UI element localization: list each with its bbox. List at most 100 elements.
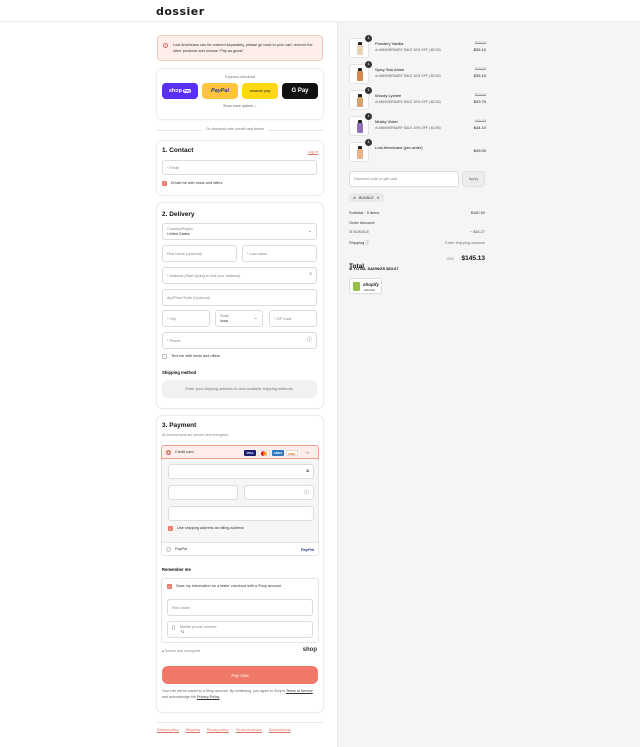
lock-icon: 🔒︎	[162, 649, 164, 653]
footer-link-terms[interactable]: Terms of service	[236, 728, 262, 732]
bottle-shape	[357, 149, 363, 159]
address-field[interactable]: * Address (Start typing to find your add…	[162, 267, 317, 284]
footer-link-refund[interactable]: Refund policy	[157, 728, 179, 732]
login-link[interactable]: Log in	[308, 150, 318, 154]
express-title: Express checkout	[225, 75, 255, 79]
product-price: $35.10	[473, 73, 486, 78]
mastercard-icon	[258, 450, 270, 456]
original-price: $33.00	[475, 93, 486, 97]
bottle-shape	[357, 45, 363, 55]
footer-link-privacy[interactable]: Privacy policy	[207, 728, 229, 732]
bottle-shape	[357, 71, 363, 81]
help-icon[interactable]: ⓘ	[307, 336, 312, 343]
product-row: 1 Powdery Vanilla ⊘ ANNIVERSARY SALE 10% O…	[349, 35, 486, 58]
card-number-field[interactable]: 🔒︎	[168, 464, 314, 479]
mobile-phone-field[interactable]: ▯ Mobile phone number +1	[167, 621, 313, 638]
quantity-badge: 1	[365, 113, 372, 120]
chevron-down-icon: ⌄	[253, 315, 258, 321]
footer-links: Refund policy Shipping Privacy policy Te…	[157, 728, 323, 732]
apply-discount-button[interactable]: Apply	[462, 171, 485, 187]
product-discount: ⊘ ANNIVERSARY SALE 10% OFF (-$2.90)	[375, 48, 441, 52]
brand-logo[interactable]: dossier	[156, 5, 205, 18]
discover-icon: DISC	[286, 450, 298, 456]
express-checkout: Express checkout shop Pay PayPal amazon p…	[157, 69, 323, 119]
chevron-down-icon: ⌄	[307, 228, 312, 234]
product-price: $49.00	[473, 148, 486, 153]
amex-icon: AMEX	[272, 450, 284, 456]
paypal-option[interactable]: PayPal PayPal	[161, 542, 319, 556]
order-discount-row: Order discount	[349, 220, 375, 225]
legal-text: Your info will be saved to a Shop accoun…	[162, 689, 313, 699]
last-name-field[interactable]: * Last name	[242, 245, 317, 262]
delivery-section: 2. Delivery Country/Region United States …	[157, 203, 323, 408]
shipping-value: Enter shipping address	[445, 240, 485, 245]
remember-first-name-field[interactable]: First name	[167, 599, 313, 616]
tag-icon: ⊘	[349, 266, 353, 271]
bundle-discount-row: ⊘ BUNDLE − $48.27	[349, 229, 485, 234]
payment-section: 3. Payment All transactions are secure a…	[157, 416, 323, 712]
tag-icon: ⊘	[349, 229, 353, 234]
zip-field[interactable]: * ZIP code	[269, 310, 317, 327]
country-select[interactable]: Country/Region United States ⌄	[162, 223, 317, 240]
email-news-checkbox[interactable]: ✓	[162, 181, 167, 186]
tag-icon: ⊘	[353, 195, 357, 200]
terms-link[interactable]: Terms of Service	[286, 689, 313, 693]
footer-link-subscriptions[interactable]: Subscriptions	[269, 728, 291, 732]
contact-title: 1. Contact	[162, 147, 194, 154]
phone-field[interactable]: * Phone ⓘ	[162, 332, 317, 349]
quantity-badge: 1	[365, 35, 372, 42]
shipping-row: Shipping ⓘ Enter shipping address	[349, 240, 485, 245]
warning-icon: !	[163, 43, 168, 48]
help-icon[interactable]: ⓘ	[365, 240, 369, 245]
expiry-field[interactable]	[168, 485, 238, 500]
search-icon: ⌕	[309, 271, 312, 277]
quantity-badge: 1	[365, 87, 372, 94]
city-field[interactable]: * City	[162, 310, 210, 327]
credit-card-option[interactable]: Credit card VISA AMEX DISC +5	[161, 445, 319, 459]
amazon-pay-button[interactable]: amazon pay	[242, 83, 278, 99]
privacy-link[interactable]: Privacy Policy	[197, 695, 219, 699]
shipping-method-title: Shipping method	[162, 370, 197, 375]
email-news-label: Email me with news and offers	[171, 181, 223, 185]
security-code-field[interactable]: ⓘ	[244, 485, 314, 500]
original-price: $49.00	[475, 119, 486, 123]
total-savings: ⊘ TOTAL SAVINGS $63.67	[349, 266, 399, 271]
shopify-bag-icon	[353, 282, 360, 291]
more-cards-badge: +5	[305, 451, 310, 455]
currency-code: USD	[446, 257, 454, 261]
total-value: $145.13	[461, 255, 486, 262]
save-info-label: Save my information for a faster checkou…	[176, 584, 282, 588]
original-price: $29.00	[475, 41, 486, 45]
apt-field[interactable]: Apt/Floor/Suite (Optional)	[162, 289, 317, 306]
text-news-checkbox[interactable]	[162, 354, 167, 359]
state-select[interactable]: State Iowa ⌄	[215, 310, 263, 327]
product-price: $44.10	[473, 125, 486, 130]
bundle-discount-value: − $48.27	[469, 229, 485, 234]
shop-pay-button[interactable]: shop Pay	[162, 83, 198, 99]
help-icon[interactable]: ⓘ	[304, 489, 309, 496]
credit-card-radio[interactable]	[166, 450, 171, 455]
pay-now-button[interactable]: Pay now	[162, 666, 318, 684]
email-field[interactable]: * Email	[162, 160, 317, 175]
footer-link-shipping[interactable]: Shipping	[186, 728, 200, 732]
product-name: Musky Violet	[375, 119, 398, 124]
product-price: $29.70	[473, 99, 486, 104]
payment-subtitle: All transactions are secure and encrypte…	[162, 433, 230, 437]
first-name-field[interactable]: First name (optional)	[162, 245, 237, 262]
paypal-radio[interactable]	[166, 547, 171, 552]
show-more-options[interactable]: Show more options ⌄	[157, 104, 323, 108]
paypal-button[interactable]: PayPal	[202, 83, 238, 99]
credit-card-label: Credit card	[175, 450, 194, 454]
discount-code-field[interactable]: Discount code or gift card	[349, 171, 459, 187]
phone-icon: ▯	[172, 625, 175, 631]
shipping-method-note: Enter your shipping address to view avai…	[162, 380, 317, 398]
quantity-badge: 1	[365, 139, 372, 146]
product-price: $26.10	[473, 47, 486, 52]
remove-discount-icon[interactable]: ✕	[377, 196, 380, 200]
remember-me-box: ✓ Save my information for a faster check…	[161, 578, 319, 643]
save-info-checkbox[interactable]: ✓	[167, 584, 172, 589]
contact-section: 1. Contact Log in * Email ✓ Email me wit…	[157, 141, 323, 195]
name-on-card-field[interactable]	[168, 506, 314, 521]
product-name: Woody Lychee	[375, 93, 402, 98]
google-pay-button[interactable]: G Pay	[282, 83, 318, 99]
